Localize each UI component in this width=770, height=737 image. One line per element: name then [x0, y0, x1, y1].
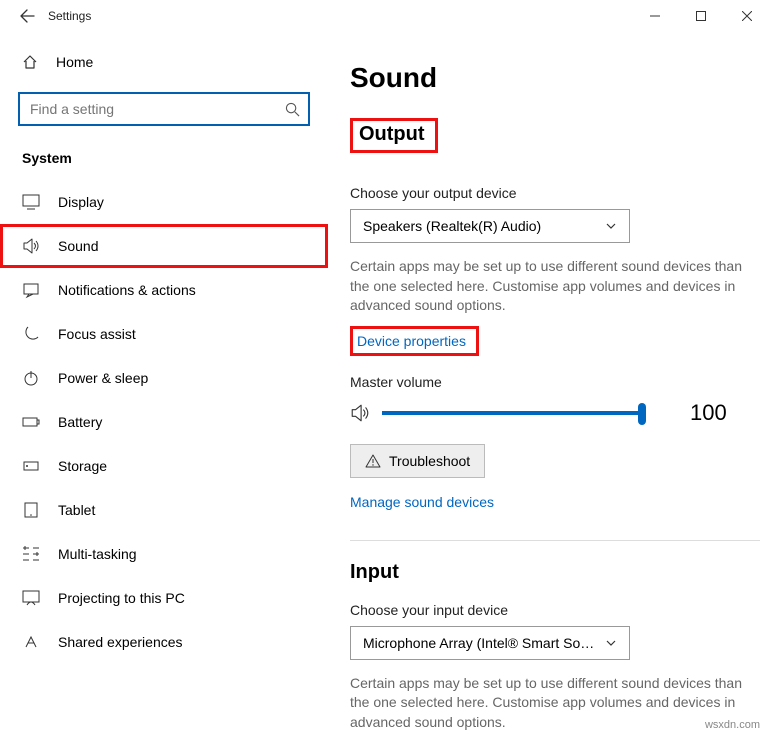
sidebar-item-label: Projecting to this PC	[58, 590, 185, 606]
search-input[interactable]	[28, 100, 285, 118]
notifications-icon	[22, 281, 40, 299]
output-device-dropdown[interactable]: Speakers (Realtek(R) Audio)	[350, 209, 630, 243]
sidebar-item-sound[interactable]: Sound	[0, 224, 328, 268]
section-divider	[350, 540, 760, 541]
manage-sound-devices-link[interactable]: Manage sound devices	[350, 494, 494, 510]
input-device-dropdown[interactable]: Microphone Array (Intel® Smart So…	[350, 626, 630, 660]
tablet-icon	[22, 501, 40, 519]
sidebar-item-notifications[interactable]: Notifications & actions	[0, 268, 328, 312]
input-description: Certain apps may be set up to use differ…	[350, 674, 760, 733]
output-description: Certain apps may be set up to use differ…	[350, 257, 760, 316]
troubleshoot-label: Troubleshoot	[389, 453, 470, 469]
search-box[interactable]	[18, 92, 310, 126]
minimize-button[interactable]	[632, 0, 678, 32]
window-controls	[632, 0, 770, 32]
home-nav[interactable]: Home	[0, 42, 328, 82]
slider-thumb[interactable]	[638, 403, 646, 425]
focus-assist-icon	[22, 325, 40, 343]
projecting-icon	[22, 589, 40, 607]
battery-icon	[22, 413, 40, 431]
output-heading: Output	[350, 118, 438, 153]
sidebar-item-shared-experiences[interactable]: Shared experiences	[0, 620, 328, 664]
volume-row: 100	[350, 400, 760, 426]
back-button[interactable]	[12, 1, 42, 31]
multitasking-icon	[22, 545, 40, 563]
input-device-value: Microphone Array (Intel® Smart So…	[363, 635, 594, 651]
storage-icon	[22, 457, 40, 475]
arrow-left-icon	[19, 8, 35, 24]
page-title: Sound	[350, 62, 760, 94]
sidebar-item-power-sleep[interactable]: Power & sleep	[0, 356, 328, 400]
volume-value: 100	[690, 400, 727, 426]
sidebar-item-battery[interactable]: Battery	[0, 400, 328, 444]
display-icon	[22, 193, 40, 211]
sidebar-item-projecting[interactable]: Projecting to this PC	[0, 576, 328, 620]
input-heading: Input	[350, 561, 399, 584]
chevron-down-icon	[605, 637, 617, 649]
input-section: Input Choose your input device Microphon…	[350, 561, 760, 737]
sidebar-item-label: Notifications & actions	[58, 282, 196, 298]
maximize-button[interactable]	[678, 0, 724, 32]
watermark: wsxdn.com	[705, 719, 760, 731]
master-volume-label: Master volume	[350, 374, 760, 390]
sidebar-item-label: Multi-tasking	[58, 546, 137, 562]
warning-icon	[365, 453, 381, 469]
sidebar-item-label: Storage	[58, 458, 107, 474]
sidebar-item-label: Display	[58, 194, 104, 210]
home-label: Home	[56, 54, 93, 70]
sidebar-item-storage[interactable]: Storage	[0, 444, 328, 488]
chevron-down-icon	[605, 220, 617, 232]
sidebar-item-label: Sound	[58, 238, 98, 254]
minimize-icon	[650, 11, 660, 21]
main-content: Sound Output Choose your output device S…	[328, 32, 770, 737]
power-icon	[22, 369, 40, 387]
search-icon	[285, 102, 300, 117]
input-choose-label: Choose your input device	[350, 602, 760, 618]
speaker-icon	[350, 403, 370, 423]
sidebar-item-label: Tablet	[58, 502, 95, 518]
volume-slider[interactable]	[382, 403, 642, 423]
output-choose-label: Choose your output device	[350, 185, 760, 201]
sidebar-item-multitasking[interactable]: Multi-tasking	[0, 532, 328, 576]
output-section: Output Choose your output device Speaker…	[350, 118, 760, 512]
sidebar-item-label: Shared experiences	[58, 634, 183, 650]
sidebar-item-focus-assist[interactable]: Focus assist	[0, 312, 328, 356]
sidebar-item-label: Battery	[58, 414, 102, 430]
sidebar-item-tablet[interactable]: Tablet	[0, 488, 328, 532]
home-icon	[22, 54, 38, 70]
troubleshoot-button[interactable]: Troubleshoot	[350, 444, 485, 478]
sound-icon	[22, 237, 40, 255]
maximize-icon	[696, 11, 706, 21]
close-icon	[742, 11, 752, 21]
sidebar-item-display[interactable]: Display	[0, 180, 328, 224]
shared-icon	[22, 633, 40, 651]
sidebar: Home System Display Sound Notifications …	[0, 32, 328, 737]
category-header: System	[0, 144, 328, 180]
window-title: Settings	[48, 9, 91, 23]
sidebar-item-label: Power & sleep	[58, 370, 148, 386]
output-device-properties-link[interactable]: Device properties	[350, 326, 479, 356]
close-button[interactable]	[724, 0, 770, 32]
output-device-value: Speakers (Realtek(R) Audio)	[363, 218, 541, 234]
sidebar-item-label: Focus assist	[58, 326, 136, 342]
